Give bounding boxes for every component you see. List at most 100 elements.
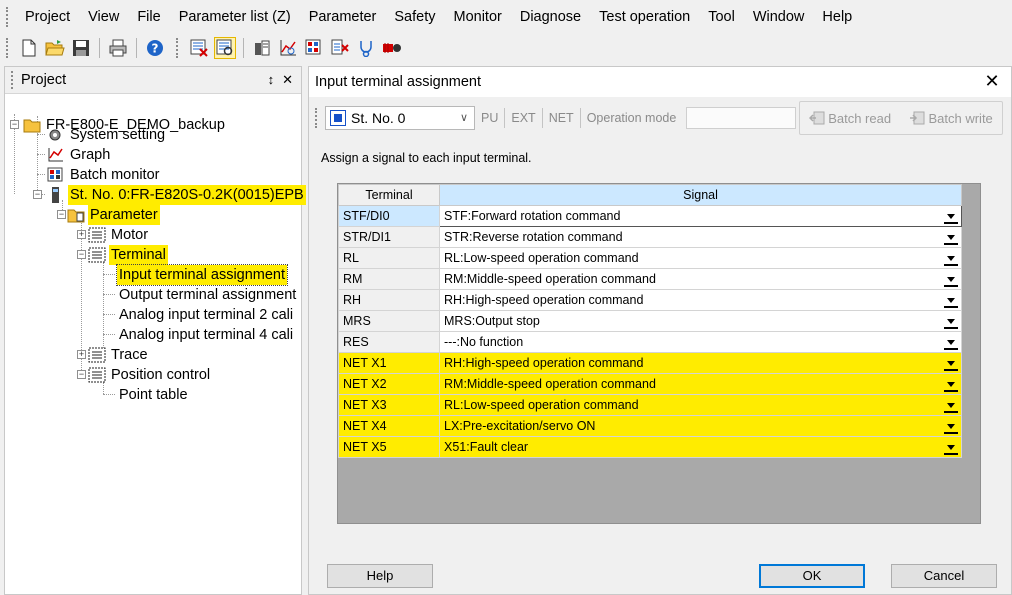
signal-dropdown[interactable]: STR:Reverse rotation command [439, 226, 962, 248]
inverter-icon [47, 187, 65, 203]
table-row: NET X3 RL:Low-speed operation command [338, 394, 962, 416]
ok-button[interactable]: OK [759, 564, 865, 588]
batch-monitor-icon[interactable] [303, 37, 325, 59]
print-icon[interactable] [107, 37, 129, 59]
open-folder-icon[interactable] [44, 37, 66, 59]
dropdown-arrow-icon[interactable] [944, 293, 958, 308]
parameter-verify-icon[interactable] [214, 37, 236, 59]
batch-write-label: Batch write [928, 110, 993, 126]
signal-dropdown[interactable]: ---:No function [439, 331, 962, 353]
menu-monitor[interactable]: Monitor [445, 5, 511, 29]
table-row: NET X4 LX:Pre-excitation/servo ON [338, 415, 962, 437]
pin-icon[interactable]: ↕ [268, 72, 275, 88]
signal-dropdown[interactable]: STF:Forward rotation command [439, 205, 962, 227]
menu-project[interactable]: Project [16, 5, 79, 29]
tree-system-setting-label: System setting [70, 127, 166, 143]
batch-read-button[interactable]: Batch read [809, 111, 891, 126]
diagnose-icon[interactable] [329, 37, 351, 59]
tree-batch-monitor[interactable]: Batch monitor [47, 165, 161, 185]
save-icon[interactable] [70, 37, 92, 59]
dropdown-arrow-icon[interactable] [944, 356, 958, 371]
signal-dropdown[interactable]: RM:Middle-speed operation command [439, 373, 962, 395]
dropdown-arrow-icon[interactable] [944, 251, 958, 266]
signal-dropdown[interactable]: X51:Fault clear [439, 436, 962, 458]
dropdown-arrow-icon[interactable] [944, 377, 958, 392]
tree-point-table[interactable]: Point table [117, 385, 190, 405]
signal-value: STR:Reverse rotation command [444, 230, 623, 244]
graph-icon [47, 147, 65, 163]
signal-dropdown[interactable]: RL:Low-speed operation command [439, 394, 962, 416]
collapse-parameter-icon[interactable]: − [57, 210, 66, 219]
net-mode-button[interactable]: NET [541, 108, 580, 128]
table-row: NET X5 X51:Fault clear [338, 436, 962, 458]
signal-value: RM:Middle-speed operation command [444, 272, 656, 286]
menu-parameter-list[interactable]: Parameter list (Z) [170, 5, 300, 29]
collapse-position-control-icon[interactable]: − [77, 370, 86, 379]
dropdown-arrow-icon[interactable] [944, 314, 958, 329]
menu-safety[interactable]: Safety [385, 5, 444, 29]
tree-trace[interactable]: Trace [88, 345, 150, 365]
menu-window[interactable]: Window [744, 5, 814, 29]
help-icon[interactable]: ? [144, 37, 166, 59]
tree-analog-input-terminal-4[interactable]: Analog input terminal 4 cali [117, 325, 295, 345]
signal-dropdown[interactable]: MRS:Output stop [439, 310, 962, 332]
tree-motor-label: Motor [111, 227, 149, 243]
menu-file[interactable]: File [128, 5, 169, 29]
cancel-button[interactable]: Cancel [891, 564, 997, 588]
menu-tool[interactable]: Tool [699, 5, 744, 29]
ext-mode-button[interactable]: EXT [504, 108, 541, 128]
collapse-terminal-icon[interactable]: − [77, 250, 86, 259]
help-button[interactable]: Help [327, 564, 433, 588]
toolbar-grip [176, 38, 180, 58]
terminal-cell: RH [338, 289, 440, 311]
tree-graph[interactable]: Graph [47, 145, 112, 165]
dropdown-arrow-icon[interactable] [944, 440, 958, 455]
system-setting-icon[interactable] [251, 37, 273, 59]
graph-icon[interactable] [277, 37, 299, 59]
signal-dropdown[interactable]: LX:Pre-excitation/servo ON [439, 415, 962, 437]
expand-motor-icon[interactable]: + [77, 230, 86, 239]
tree-parameter[interactable]: Parameter [67, 205, 160, 225]
collapse-station-icon[interactable]: − [33, 190, 42, 199]
parameter-check-icon[interactable] [188, 37, 210, 59]
station-toolbar: St. No. 0 ∨ PU EXT NET Operation mode [315, 101, 799, 135]
expand-trace-icon[interactable]: + [77, 350, 86, 359]
test-operation-icon[interactable] [381, 37, 403, 59]
dropdown-arrow-icon[interactable] [944, 335, 958, 350]
close-panel-icon[interactable]: ✕ [282, 72, 293, 88]
menu-diagnose[interactable]: Diagnose [511, 5, 590, 29]
menu-view[interactable]: View [79, 5, 128, 29]
tree-batch-monitor-label: Batch monitor [70, 167, 160, 183]
tree-position-control[interactable]: Position control [88, 365, 212, 385]
dropdown-arrow-icon[interactable] [944, 419, 958, 434]
menu-test-operation[interactable]: Test operation [590, 5, 699, 29]
dropdown-arrow-icon[interactable] [944, 230, 958, 245]
tree-output-terminal-assignment[interactable]: Output terminal assignment [117, 285, 298, 305]
station-select[interactable]: St. No. 0 ∨ [325, 106, 475, 130]
station-icon [330, 110, 346, 126]
tree-input-terminal-assignment[interactable]: Input terminal assignment [115, 264, 289, 286]
tree-motor[interactable]: Motor [88, 225, 150, 245]
tree-terminal[interactable]: Terminal [88, 245, 168, 265]
dropdown-arrow-icon[interactable] [944, 398, 958, 413]
signal-dropdown[interactable]: RL:Low-speed operation command [439, 247, 962, 269]
collapse-root-icon[interactable]: − [10, 120, 19, 129]
signal-dropdown[interactable]: RH:High-speed operation command [439, 352, 962, 374]
batch-write-button[interactable]: Batch write [909, 110, 993, 126]
oscilloscope-icon[interactable] [355, 37, 377, 59]
signal-dropdown[interactable]: RM:Middle-speed operation command [439, 268, 962, 290]
signal-dropdown[interactable]: RH:High-speed operation command [439, 289, 962, 311]
tree-station[interactable]: St. No. 0:FR-E820S-0.2K(0015)EPB [47, 185, 306, 205]
dropdown-arrow-icon[interactable] [944, 209, 958, 224]
pu-mode-button[interactable]: PU [475, 108, 504, 128]
menu-parameter[interactable]: Parameter [300, 5, 386, 29]
gear-icon [47, 127, 65, 143]
close-icon[interactable]: ✕ [983, 72, 1001, 90]
menu-help[interactable]: Help [813, 5, 861, 29]
operation-mode-field [686, 107, 797, 129]
new-file-icon[interactable] [18, 37, 40, 59]
tree-analog-input-terminal-2[interactable]: Analog input terminal 2 cali [117, 305, 295, 325]
dropdown-arrow-icon[interactable] [944, 272, 958, 287]
table-header-row: Terminal Signal [338, 184, 962, 206]
tree-system-setting[interactable]: System setting [47, 125, 167, 145]
